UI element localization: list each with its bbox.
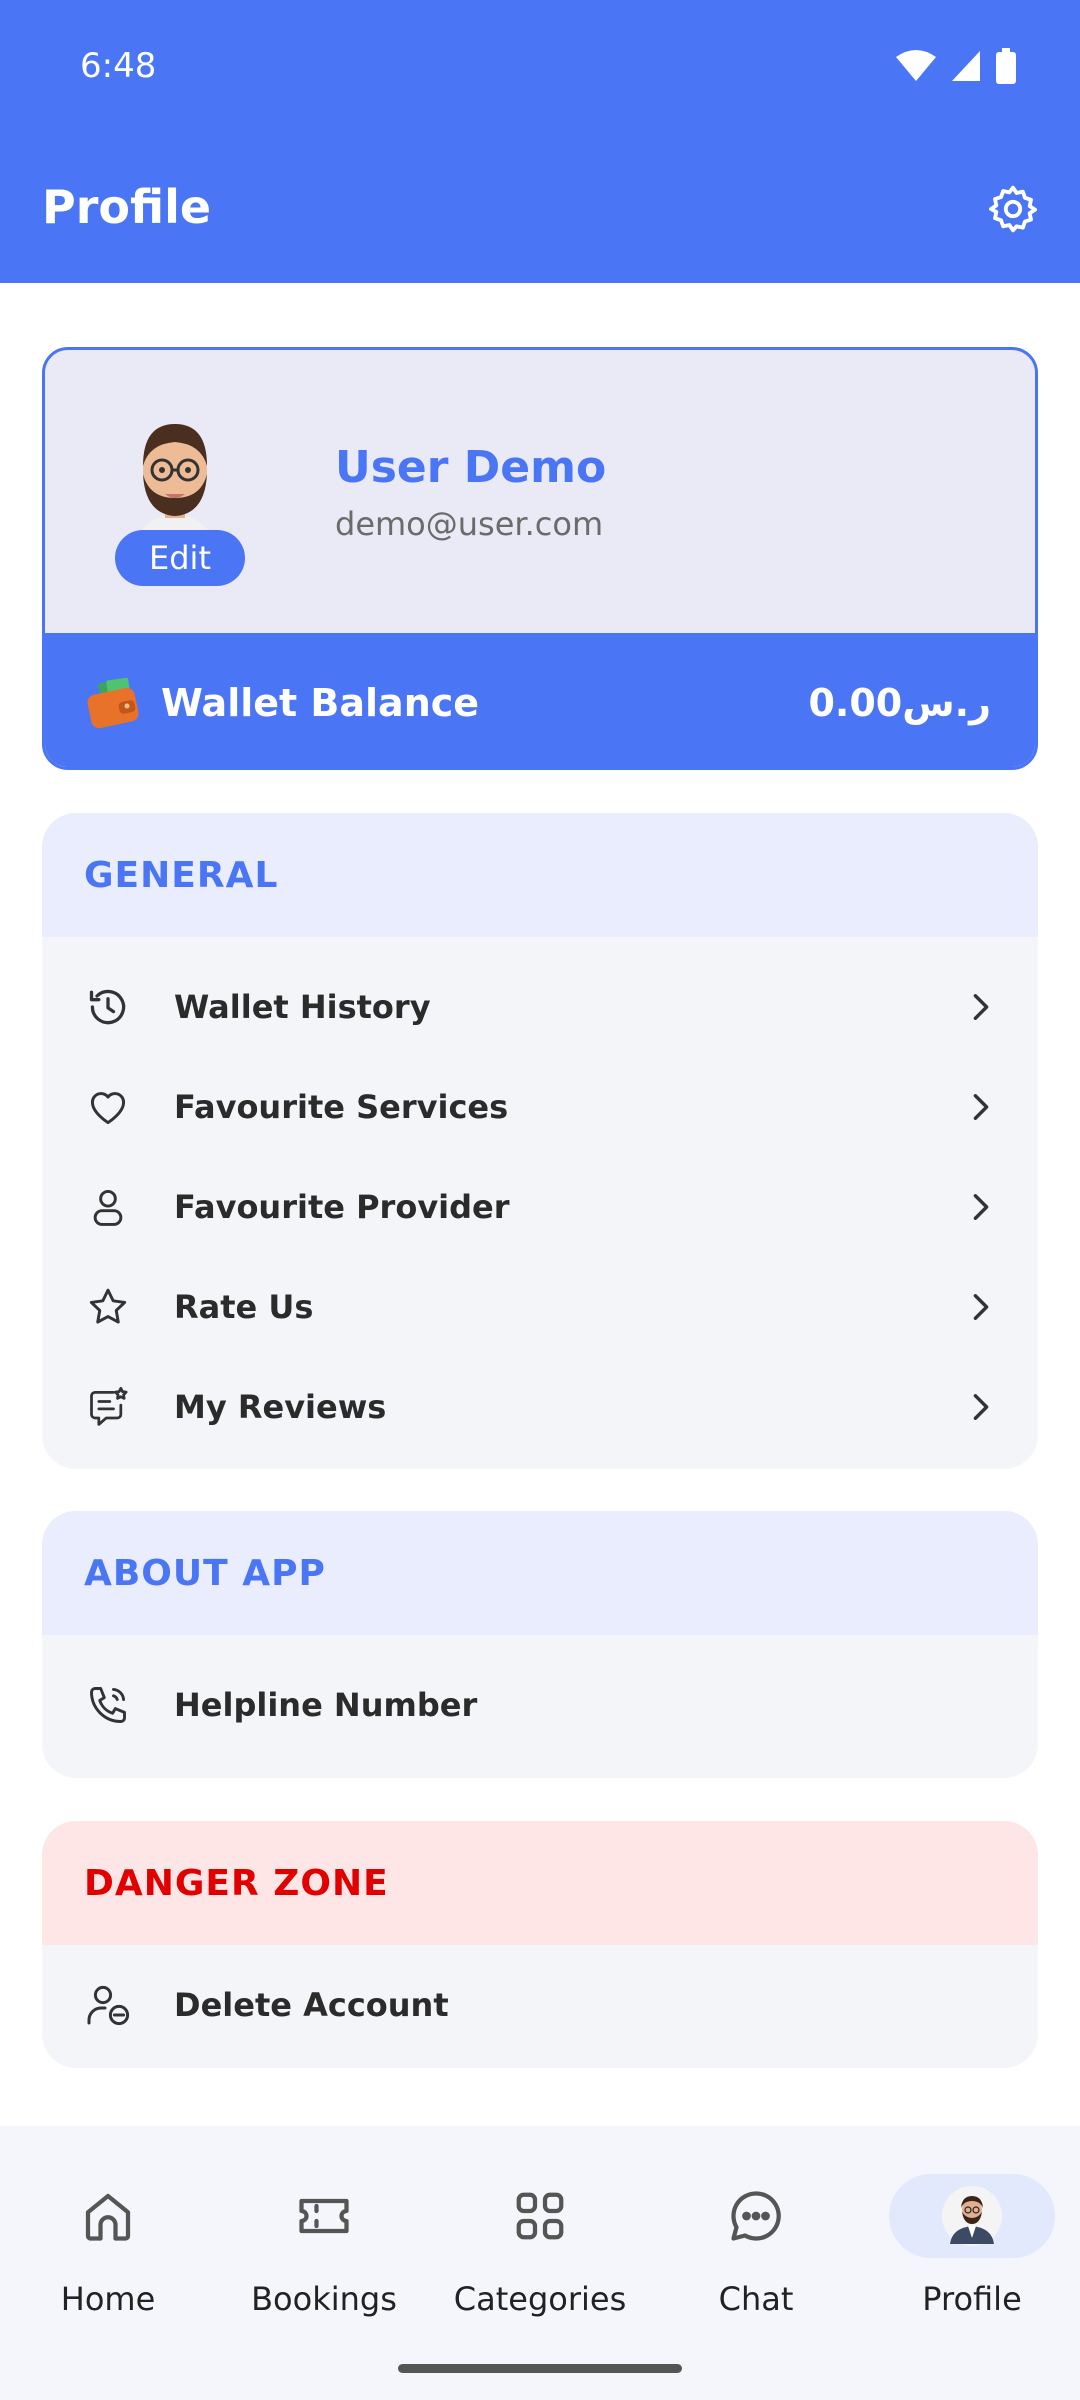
nav-home-label: Home (60, 2280, 156, 2318)
nav-categories-label: Categories (453, 2280, 627, 2318)
menu-item-label: Delete Account (174, 1986, 449, 2024)
chevron-right-icon (966, 1292, 996, 1322)
bottom-navigation: Home Bookings Categories Chat Profile (0, 2126, 1080, 2400)
wifi-icon (896, 50, 936, 81)
nav-categories[interactable]: Categories (440, 2174, 640, 2334)
ticket-icon (282, 2174, 366, 2258)
person-icon (84, 1183, 132, 1231)
section-title-danger: DANGER ZONE (42, 1821, 1038, 1945)
menu-item-delete-account[interactable]: Delete Account (42, 1955, 1038, 2055)
nav-profile[interactable]: Profile (872, 2174, 1072, 2334)
menu-item-label: Helpline Number (174, 1686, 478, 1724)
chevron-right-icon (966, 1192, 996, 1222)
app-bar: 6:48 Profile (0, 0, 1080, 283)
status-icons (896, 48, 1016, 84)
nav-bookings-label: Bookings (251, 2280, 397, 2318)
nav-chat[interactable]: Chat (656, 2174, 856, 2334)
profile-card: Edit User Demo demo@user.com Wallet Bala… (42, 347, 1038, 770)
menu-item-favourite-services[interactable]: Favourite Services (42, 1057, 1038, 1157)
battery-icon (996, 48, 1016, 84)
home-indicator[interactable] (398, 2364, 682, 2373)
wallet-balance-label: Wallet Balance (161, 681, 480, 725)
phone-icon (84, 1681, 132, 1729)
status-time: 6:48 (80, 46, 157, 86)
history-icon (84, 983, 132, 1031)
wallet-balance-bar[interactable]: Wallet Balance 0.00ر.س (45, 633, 1035, 767)
general-section: GENERAL Wallet History Favourite Service… (42, 813, 1038, 1469)
remove-user-icon (84, 1981, 132, 2029)
settings-button[interactable] (984, 180, 1042, 238)
page-title: Profile (42, 180, 212, 234)
edit-profile-button[interactable]: Edit (115, 530, 245, 586)
avatar-icon (137, 424, 213, 550)
chevron-right-icon (966, 1092, 996, 1122)
signal-icon (952, 51, 980, 81)
star-icon (84, 1283, 132, 1331)
menu-item-rate-us[interactable]: Rate Us (42, 1257, 1038, 1357)
avatar-icon (930, 2174, 1014, 2258)
nav-bookings[interactable]: Bookings (224, 2174, 424, 2334)
nav-home[interactable]: Home (8, 2174, 208, 2334)
wallet-balance-amount: 0.00ر.س (808, 681, 991, 725)
heart-icon (84, 1083, 132, 1131)
home-icon (66, 2174, 150, 2258)
nav-chat-label: Chat (718, 2280, 794, 2318)
gear-icon (989, 185, 1037, 233)
section-title-about: ABOUT APP (42, 1511, 1038, 1635)
chevron-right-icon (966, 992, 996, 1022)
reviews-icon (84, 1383, 132, 1431)
wallet-icon (87, 677, 139, 729)
user-name: User Demo (335, 442, 607, 493)
menu-item-wallet-history[interactable]: Wallet History (42, 957, 1038, 1057)
danger-section: DANGER ZONE Delete Account (42, 1821, 1038, 2068)
menu-item-label: My Reviews (174, 1388, 387, 1426)
menu-item-label: Wallet History (174, 988, 431, 1026)
menu-item-label: Favourite Provider (174, 1188, 510, 1226)
user-email: demo@user.com (335, 505, 604, 543)
chat-icon (714, 2174, 798, 2258)
chevron-right-icon (966, 1392, 996, 1422)
section-title-general: GENERAL (42, 813, 1038, 937)
nav-profile-label: Profile (922, 2280, 1022, 2318)
about-section: ABOUT APP Helpline Number (42, 1511, 1038, 1778)
menu-item-label: Rate Us (174, 1288, 314, 1326)
grid-icon (498, 2174, 582, 2258)
menu-item-label: Favourite Services (174, 1088, 509, 1126)
menu-item-my-reviews[interactable]: My Reviews (42, 1357, 1038, 1457)
menu-item-helpline-number[interactable]: Helpline Number (42, 1655, 1038, 1755)
menu-item-favourite-provider[interactable]: Favourite Provider (42, 1157, 1038, 1257)
